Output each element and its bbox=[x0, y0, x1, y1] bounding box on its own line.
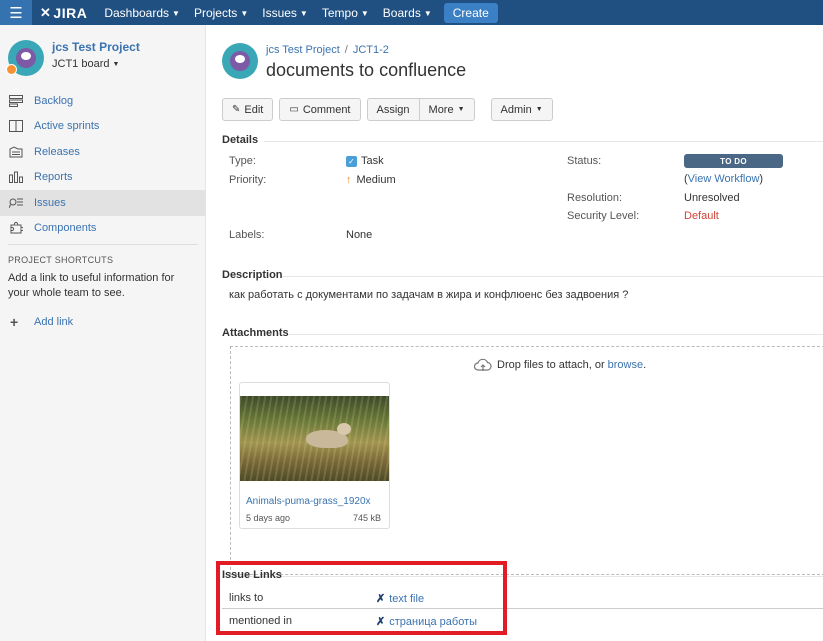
breadcrumb-issue-key-link[interactable]: JCT1-2 bbox=[353, 44, 389, 56]
nav-projects[interactable]: Projects ▼ bbox=[194, 6, 248, 20]
attachments-rule bbox=[289, 334, 823, 335]
admin-button[interactable]: Admin ▼ bbox=[490, 98, 553, 121]
attachment-date: 5 days ago bbox=[246, 513, 291, 523]
sidebar-nav: Backlog Active sprints Releases Reports … bbox=[0, 88, 206, 241]
reports-icon bbox=[8, 170, 24, 184]
project-sidebar: jcs Test Project JCT1 board ▼ Backlog Act… bbox=[0, 25, 206, 641]
nav-issues[interactable]: Issues ▼ bbox=[262, 6, 308, 20]
nav-boards[interactable]: Boards ▼ bbox=[383, 6, 432, 20]
board-selector[interactable]: JCT1 board ▼ bbox=[52, 58, 140, 70]
breadcrumb-project-link[interactable]: jcs Test Project bbox=[266, 44, 340, 56]
details-heading: Details bbox=[222, 134, 259, 146]
issue-view: jcs Test Project / JCT1-2 documents to con… bbox=[207, 25, 823, 641]
caret-down-icon: ▼ bbox=[112, 61, 120, 68]
browse-link[interactable]: browse bbox=[608, 359, 643, 371]
jira-logo[interactable]: ✕ JIRA bbox=[40, 5, 87, 21]
atlassian-logo-icon: ✕ bbox=[40, 4, 52, 20]
caret-down-icon: ▼ bbox=[535, 106, 543, 113]
drop-message: Drop files to attach, or browse. bbox=[473, 358, 646, 372]
sidebar-item-components[interactable]: Components bbox=[0, 216, 206, 242]
project-name-link[interactable]: jcs Test Project bbox=[52, 40, 140, 54]
components-icon bbox=[8, 221, 24, 235]
project-avatar[interactable] bbox=[222, 43, 258, 79]
priority-label: Priority: bbox=[229, 174, 267, 186]
workflow-button-group: Assign More ▼ bbox=[366, 98, 475, 121]
attachment-dropzone[interactable]: Drop files to attach, or browse. Animals… bbox=[230, 346, 823, 575]
edit-button[interactable]: ✎ Edit bbox=[222, 98, 274, 121]
security-level-label: Security Level: bbox=[567, 210, 640, 222]
caret-down-icon: ▼ bbox=[172, 8, 180, 18]
details-rule bbox=[264, 141, 823, 142]
releases-icon bbox=[8, 145, 24, 159]
view-workflow-link[interactable]: View Workflow bbox=[688, 173, 760, 185]
priority-value: ↑ Medium bbox=[346, 174, 396, 186]
attachment-size: 745 kB bbox=[352, 513, 381, 523]
attachments-heading: Attachments bbox=[222, 327, 289, 339]
project-type-badge-icon bbox=[6, 64, 17, 75]
project-header: jcs Test Project JCT1 board ▼ bbox=[6, 40, 140, 76]
sidebar-item-reports[interactable]: Reports bbox=[0, 165, 206, 191]
description-heading: Description bbox=[222, 269, 283, 281]
labels-label: Labels: bbox=[229, 229, 265, 241]
priority-medium-icon: ↑ bbox=[346, 174, 352, 186]
more-button[interactable]: More ▼ bbox=[419, 98, 475, 121]
attachment-image[interactable] bbox=[240, 396, 389, 481]
caret-down-icon: ▼ bbox=[457, 106, 465, 113]
comment-icon: ▭ bbox=[289, 104, 299, 115]
type-value: ✓ Task bbox=[346, 155, 384, 167]
breadcrumb: jcs Test Project / JCT1-2 bbox=[266, 44, 389, 56]
caret-down-icon: ▼ bbox=[423, 8, 432, 18]
comment-button[interactable]: ▭ Comment bbox=[279, 98, 361, 121]
sprints-icon bbox=[8, 119, 24, 133]
security-level-value[interactable]: Default bbox=[684, 210, 719, 222]
attachment-file-name[interactable]: Animals-puma-grass_1920x bbox=[246, 496, 386, 507]
assign-button[interactable]: Assign bbox=[366, 98, 420, 121]
project-avatar[interactable] bbox=[6, 40, 44, 76]
backlog-icon bbox=[8, 94, 24, 108]
issue-header: jcs Test Project / JCT1-2 documents to con… bbox=[222, 43, 466, 81]
caret-down-icon: ▼ bbox=[360, 8, 369, 18]
nav-dashboards[interactable]: Dashboards ▼ bbox=[104, 6, 180, 20]
description-text[interactable]: как работать с документами по задачам в … bbox=[229, 289, 628, 301]
create-button[interactable]: Create bbox=[443, 2, 498, 23]
nav-tempo[interactable]: Tempo ▼ bbox=[322, 6, 369, 20]
top-nav: ☰ ✕ JIRA Dashboards ▼ Projects ▼ Issues ▼ T… bbox=[0, 0, 823, 25]
pencil-icon: ✎ bbox=[232, 104, 241, 115]
type-label: Type: bbox=[229, 155, 256, 167]
app-switcher-icon[interactable]: ☰ bbox=[0, 0, 32, 25]
sidebar-item-releases[interactable]: Releases bbox=[0, 139, 206, 165]
caret-down-icon: ▼ bbox=[240, 8, 249, 18]
status-badge: TO DO bbox=[684, 154, 783, 168]
plus-icon: + bbox=[10, 314, 19, 330]
sidebar-item-backlog[interactable]: Backlog bbox=[0, 88, 206, 114]
resolution-value: Unresolved bbox=[684, 192, 740, 204]
attachment-thumbnail-card[interactable]: Animals-puma-grass_1920x 5 days ago 745 … bbox=[239, 382, 390, 529]
sidebar-item-issues[interactable]: Issues bbox=[0, 190, 206, 216]
issue-summary[interactable]: documents to confluence bbox=[266, 60, 466, 81]
view-workflow: (View Workflow) bbox=[684, 173, 764, 185]
status-label: Status: bbox=[567, 155, 602, 167]
shortcuts-heading: PROJECT SHORTCUTS bbox=[8, 255, 114, 265]
description-rule bbox=[282, 276, 823, 277]
task-icon: ✓ bbox=[346, 155, 357, 167]
sidebar-item-active-sprints[interactable]: Active sprints bbox=[0, 114, 206, 140]
resolution-label: Resolution: bbox=[567, 192, 623, 204]
caret-down-icon: ▼ bbox=[299, 8, 308, 18]
issue-toolbar: ✎ Edit ▭ Comment Assign More ▼ Admin ▼ bbox=[222, 98, 553, 121]
shortcuts-description: Add a link to useful information for you… bbox=[8, 272, 175, 299]
sidebar-divider bbox=[8, 244, 198, 245]
highlight-box bbox=[216, 561, 507, 635]
labels-value: None bbox=[346, 229, 373, 241]
cloud-upload-icon bbox=[473, 358, 492, 372]
issues-icon bbox=[8, 196, 24, 210]
add-link-button[interactable]: + Add link bbox=[10, 314, 73, 330]
